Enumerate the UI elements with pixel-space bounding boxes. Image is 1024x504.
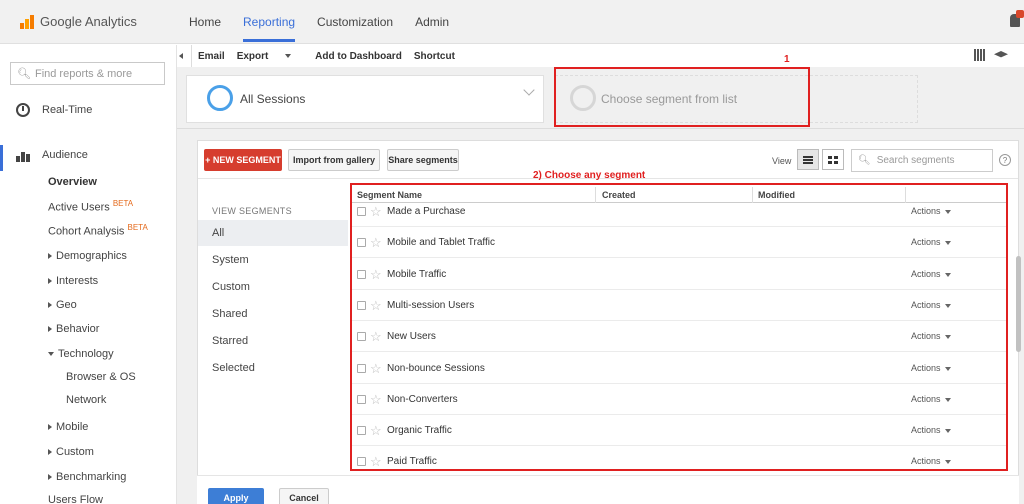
sidebar-item-realtime[interactable]: Real-Time bbox=[0, 103, 177, 117]
segment-filter-selected[interactable]: Selected bbox=[198, 355, 348, 381]
email-button[interactable]: Email bbox=[198, 51, 225, 62]
apply-button[interactable]: Apply bbox=[208, 488, 264, 504]
sidebar: 🔍︎ Find reports & more Real-Time Audienc… bbox=[0, 45, 177, 504]
search-segments-placeholder: Search segments bbox=[876, 155, 955, 166]
share-segments-button[interactable]: Share segments bbox=[387, 149, 459, 171]
analytics-logo-icon bbox=[20, 14, 34, 29]
caret-down-icon bbox=[48, 352, 54, 357]
chevron-down-icon bbox=[285, 53, 292, 58]
qr-code-icon[interactable] bbox=[974, 49, 986, 61]
benchmarking-label: Benchmarking bbox=[56, 471, 127, 483]
sidebar-item-demographics[interactable]: Demographics bbox=[48, 250, 127, 262]
sidebar-item-overview[interactable]: Overview bbox=[48, 176, 97, 188]
new-segment-button[interactable]: + NEW SEGMENT bbox=[204, 149, 282, 171]
list-icon bbox=[803, 155, 813, 164]
view-label: View bbox=[772, 156, 792, 166]
sidebar-item-behavior[interactable]: Behavior bbox=[48, 323, 99, 335]
search-segments-input[interactable]: 🔍︎ Search segments bbox=[851, 149, 993, 172]
scrollbar-thumb[interactable] bbox=[1016, 256, 1021, 352]
sidebar-item-users-flow[interactable]: Users Flow bbox=[48, 494, 103, 504]
sidebar-item-browser-os[interactable]: Browser & OS bbox=[66, 371, 136, 383]
interests-label: Interests bbox=[56, 275, 99, 287]
search-placeholder: Find reports & more bbox=[34, 67, 133, 80]
graduation-cap-icon[interactable] bbox=[994, 51, 1008, 58]
grid-icon bbox=[828, 155, 838, 164]
sidebar-label-audience: Audience bbox=[42, 149, 88, 161]
report-toolbar: Email Export Add to Dashboard Shortcut bbox=[177, 45, 1024, 67]
segment-filter-all[interactable]: All bbox=[198, 220, 348, 246]
caret-right-icon bbox=[48, 278, 52, 285]
segment-filter-system[interactable]: System bbox=[198, 247, 348, 273]
segment-footer: Apply Cancel bbox=[197, 475, 1019, 504]
annotation-label-1: 1 bbox=[784, 54, 790, 65]
sidebar-item-geo[interactable]: Geo bbox=[48, 299, 77, 311]
find-reports-search[interactable]: 🔍︎ Find reports & more bbox=[10, 62, 165, 85]
import-from-gallery-button[interactable]: Import from gallery bbox=[288, 149, 380, 171]
top-bar: Google Analytics Home Reporting Customiz… bbox=[0, 0, 1024, 44]
nav-home[interactable]: Home bbox=[189, 15, 221, 29]
technology-label: Technology bbox=[58, 348, 114, 360]
list-view-button[interactable] bbox=[797, 149, 819, 170]
google-analytics-logo[interactable]: Google Analytics bbox=[20, 14, 137, 29]
logo-text: Google Analytics bbox=[40, 14, 137, 29]
sidebar-item-audience[interactable]: Audience bbox=[0, 148, 177, 162]
caret-right-icon bbox=[48, 424, 52, 431]
segment-filter-starred[interactable]: Starred bbox=[198, 328, 348, 354]
notification-badge bbox=[1016, 10, 1024, 18]
cancel-button[interactable]: Cancel bbox=[279, 488, 329, 504]
sidebar-item-benchmarking[interactable]: Benchmarking bbox=[48, 471, 126, 483]
nav-reporting[interactable]: Reporting bbox=[243, 15, 296, 42]
caret-right-icon bbox=[48, 253, 52, 260]
segment-filter-shared[interactable]: Shared bbox=[198, 301, 348, 327]
nav-admin[interactable]: Admin bbox=[415, 15, 449, 29]
active-users-label: Active Users bbox=[48, 201, 110, 214]
demographics-label: Demographics bbox=[56, 250, 127, 262]
view-segments-title: VIEW SEGMENTS bbox=[212, 206, 292, 216]
caret-right-icon bbox=[48, 449, 52, 456]
sidebar-label-realtime: Real-Time bbox=[42, 104, 93, 116]
grid-view-button[interactable] bbox=[822, 149, 844, 170]
sidebar-item-network[interactable]: Network bbox=[66, 394, 106, 406]
help-icon[interactable]: ? bbox=[999, 154, 1011, 166]
caret-right-icon bbox=[48, 326, 52, 333]
search-icon: 🔍︎ bbox=[17, 68, 31, 80]
main-nav: Home Reporting Customization Admin bbox=[189, 15, 449, 42]
sidebar-item-custom[interactable]: Custom bbox=[48, 446, 94, 458]
custom-label: Custom bbox=[56, 446, 94, 458]
toolbar-divider bbox=[191, 45, 192, 67]
sidebar-item-active-users[interactable]: Active Users BETA bbox=[48, 199, 133, 214]
caret-right-icon bbox=[48, 474, 52, 481]
beta-badge: BETA bbox=[112, 199, 134, 208]
annotation-label-2: 2) Choose any segment bbox=[533, 170, 646, 181]
audience-icon bbox=[16, 148, 30, 162]
segment-filter-custom[interactable]: Custom bbox=[198, 274, 348, 300]
mobile-label: Mobile bbox=[56, 421, 89, 433]
nav-customization[interactable]: Customization bbox=[317, 15, 393, 29]
export-button[interactable]: Export bbox=[237, 51, 303, 62]
sidebar-item-mobile[interactable]: Mobile bbox=[48, 421, 88, 433]
chevron-down-icon[interactable] bbox=[523, 84, 535, 96]
segment-card-all-sessions[interactable]: All Sessions bbox=[186, 75, 544, 123]
shortcut-button[interactable]: Shortcut bbox=[414, 51, 455, 62]
clock-icon bbox=[16, 103, 30, 117]
cohort-label: Cohort Analysis bbox=[48, 225, 125, 238]
sidebar-item-technology[interactable]: Technology bbox=[48, 348, 114, 360]
behavior-label: Behavior bbox=[56, 323, 100, 335]
segment-filter-menu: VIEW SEGMENTS All System Custom Shared S… bbox=[198, 180, 348, 476]
search-icon: 🔍︎ bbox=[858, 155, 871, 166]
export-label: Export bbox=[236, 50, 269, 62]
geo-label: Geo bbox=[56, 299, 77, 311]
collapse-sidebar-icon[interactable] bbox=[179, 53, 183, 59]
beta-badge: BETA bbox=[127, 223, 148, 232]
add-to-dashboard-button[interactable]: Add to Dashboard bbox=[315, 51, 402, 62]
caret-right-icon bbox=[48, 302, 52, 309]
segment-name: All Sessions bbox=[240, 92, 306, 106]
sidebar-item-interests[interactable]: Interests bbox=[48, 275, 98, 287]
sidebar-item-cohort[interactable]: Cohort Analysis BETA bbox=[48, 223, 148, 238]
annotation-box-1 bbox=[554, 67, 810, 127]
segment-ring-icon bbox=[207, 85, 233, 111]
annotation-box-2 bbox=[350, 183, 1008, 471]
